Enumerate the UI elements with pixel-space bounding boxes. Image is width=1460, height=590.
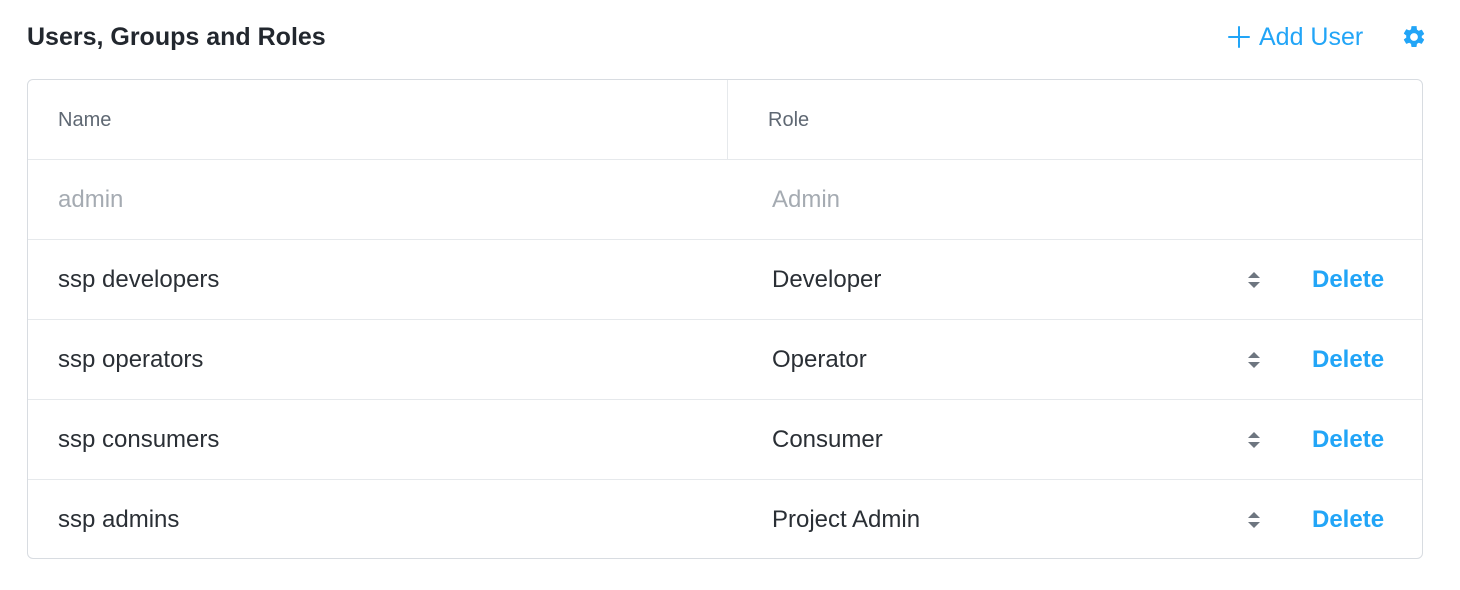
select-arrows-icon — [1248, 430, 1260, 450]
role-select[interactable]: Developer — [772, 240, 1272, 320]
section-title: Users, Groups and Roles — [27, 23, 326, 51]
role-select-value: Operator — [772, 346, 867, 373]
role-select[interactable]: Operator — [772, 320, 1272, 400]
users-roles-table: Name Role admin Admin ssp developers Dev… — [27, 79, 1423, 559]
add-user-button[interactable]: Add User — [1228, 20, 1363, 54]
column-divider — [727, 80, 728, 159]
row-name: ssp developers — [58, 266, 220, 293]
table-row: ssp consumers Consumer Delete — [28, 400, 1422, 480]
row-name: ssp admins — [58, 506, 180, 533]
delete-button[interactable]: Delete — [1312, 480, 1384, 558]
role-select-value: Consumer — [772, 426, 883, 453]
select-arrows-icon — [1248, 510, 1260, 530]
role-select-value: Project Admin — [772, 506, 921, 533]
table-row: ssp developers Developer Delete — [28, 240, 1422, 320]
table-row: admin Admin — [28, 160, 1422, 240]
add-user-label: Add User — [1259, 22, 1364, 51]
delete-button[interactable]: Delete — [1312, 320, 1384, 400]
row-name: admin — [58, 186, 124, 213]
role-select[interactable]: Consumer — [772, 400, 1272, 480]
role-select[interactable]: Project Admin — [772, 480, 1272, 558]
column-header-role: Role — [768, 109, 810, 131]
table-row: ssp admins Project Admin Delete — [28, 480, 1422, 558]
select-arrows-icon — [1248, 270, 1260, 290]
role-select-value: Developer — [772, 266, 882, 293]
table-row: ssp operators Operator Delete — [28, 320, 1422, 400]
delete-button[interactable]: Delete — [1312, 240, 1384, 320]
column-header-name: Name — [58, 109, 112, 131]
delete-button[interactable]: Delete — [1312, 400, 1384, 480]
gear-icon[interactable] — [1401, 24, 1427, 50]
row-name: ssp operators — [58, 346, 204, 373]
row-role: Admin — [772, 186, 841, 213]
table-header: Name Role — [28, 80, 1422, 160]
plus-icon — [1228, 26, 1250, 48]
row-name: ssp consumers — [58, 426, 220, 453]
select-arrows-icon — [1248, 350, 1260, 370]
